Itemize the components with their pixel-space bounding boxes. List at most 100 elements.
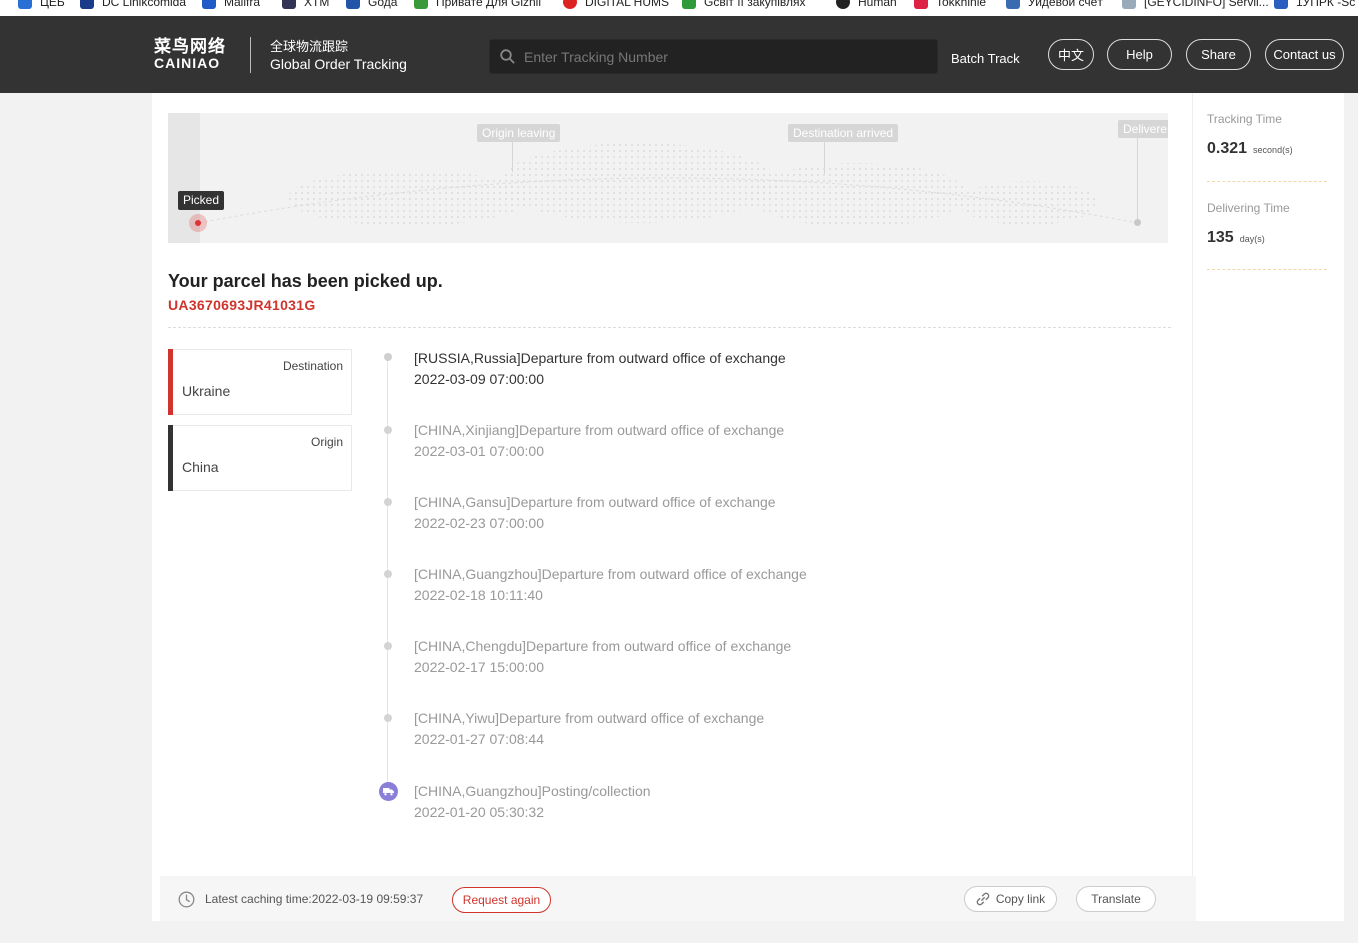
delivered-dot (1134, 219, 1141, 226)
event-description: [CHINA,Guangzhou]Departure from outward … (414, 566, 807, 582)
translate-button[interactable]: Translate (1076, 886, 1156, 912)
timeline-event: [CHINA,Gansu]Departure from outward offi… (414, 492, 776, 534)
timeline-dot (384, 498, 392, 506)
contact-us-button[interactable]: Contact us (1265, 39, 1344, 70)
delivering-time-label: Delivering Time (1207, 201, 1290, 215)
parcel-status-title: Your parcel has been picked up. (168, 271, 443, 291)
delivering-time-value: 135 day(s) (1207, 229, 1265, 246)
event-time: 2022-01-27 07:08:44 (414, 731, 544, 747)
destination-arrived-pin (824, 142, 825, 174)
bookmark-item[interactable]: DC Linikcomida (80, 0, 186, 10)
origin-leaving-label: Origin leaving (477, 124, 561, 142)
event-time: 2022-03-09 07:00:00 (414, 371, 544, 387)
bookmark-item[interactable]: DIGITAL HUMS (563, 0, 669, 10)
stats-divider (1207, 181, 1327, 182)
copy-link-button[interactable]: Copy link (964, 886, 1057, 912)
bookmark-icon (914, 0, 928, 9)
subtitle-en: Global Order Tracking (270, 56, 407, 72)
delivered-pin (1137, 138, 1138, 222)
logo-en-text: CAINIAO (154, 55, 221, 71)
bookmark-item[interactable]: Human (836, 0, 897, 10)
tracking-time-value: 0.321 second(s) (1207, 140, 1293, 157)
timeline-event: [CHINA,Guangzhou]Posting/collection 2022… (414, 781, 651, 823)
stats-panel (1192, 93, 1344, 921)
event-time: 2022-02-23 07:00:00 (414, 515, 544, 531)
event-description: [CHINA,Guangzhou]Posting/collection (414, 783, 651, 799)
bookmarks-bar: ЦЕБ DC Linikcomida Mailfra XTM Gода Прив… (0, 0, 1358, 16)
share-button[interactable]: Share (1186, 39, 1251, 70)
bookmark-icon (682, 0, 696, 9)
bookmark-icon (80, 0, 94, 9)
posting-origin-marker (379, 782, 398, 801)
card-accent-bar (168, 349, 173, 415)
timeline-dot (384, 714, 392, 722)
event-description: [CHINA,Yiwu]Departure from outward offic… (414, 710, 765, 726)
bookmark-icon (836, 0, 850, 9)
tracking-number-input[interactable] (524, 48, 924, 65)
tracking-search-box (489, 39, 938, 74)
latest-caching-time: Latest caching time:2022-03-19 09:59:37 (205, 892, 424, 906)
bookmark-item[interactable]: ЦЕБ (18, 0, 65, 10)
event-time: 2022-01-20 05:30:32 (414, 804, 544, 820)
current-location-marker (189, 214, 207, 232)
request-again-button[interactable]: Request again (452, 887, 551, 913)
bookmark-item[interactable]: Уйдевой счёт (1006, 0, 1103, 10)
link-icon (976, 892, 990, 906)
bookmark-icon (563, 0, 577, 9)
card-accent-bar (168, 425, 173, 491)
bookmark-item[interactable]: 1УПРК -Sc (1274, 0, 1355, 10)
picked-tag: Picked (178, 191, 225, 210)
event-description: [CHINA,Gansu]Departure from outward offi… (414, 494, 776, 510)
bookmark-icon (202, 0, 216, 9)
timeline-event: [RUSSIA,Russia]Departure from outward of… (414, 348, 786, 390)
batch-track-link[interactable]: Batch Track (951, 51, 1020, 66)
bookmark-icon (346, 0, 360, 9)
event-description: [CHINA,Chengdu]Departure from outward of… (414, 638, 792, 654)
card-role-label: Destination (282, 359, 343, 373)
subtitle-cn: 全球物流跟踪 (270, 39, 349, 54)
event-description: [CHINA,Xinjiang]Departure from outward o… (414, 422, 785, 438)
bookmark-icon (1006, 0, 1020, 9)
bookmark-item[interactable]: Mailfra (202, 0, 260, 10)
bookmark-item[interactable]: Привате Для Giznil (414, 0, 541, 10)
card-country: Ukraine (182, 383, 231, 399)
event-time: 2022-03-01 07:00:00 (414, 443, 544, 459)
tracking-time-unit: second(s) (1253, 145, 1293, 155)
delivering-time-unit: day(s) (1239, 234, 1265, 244)
clock-icon (178, 891, 195, 908)
stats-divider (1207, 269, 1327, 270)
card-role-label: Origin (310, 435, 343, 449)
timeline-event: [CHINA,Yiwu]Departure from outward offic… (414, 708, 764, 750)
destination-card: Destination Ukraine (168, 349, 352, 415)
timeline-dot (384, 353, 392, 361)
bookmark-icon (1274, 0, 1288, 9)
route-map: Origin leaving Destination arrived Deliv… (168, 113, 1168, 243)
logo-cn-text: 菜鸟网络 (154, 37, 226, 56)
timeline-dot (384, 642, 392, 650)
help-button[interactable]: Help (1107, 39, 1172, 70)
bookmark-item[interactable]: Tokkhinie (914, 0, 986, 10)
bookmark-icon (282, 0, 296, 9)
timeline-dot (384, 426, 392, 434)
timeline-event: [CHINA,Guangzhou]Departure from outward … (414, 564, 807, 606)
bookmark-item[interactable]: XTM (282, 0, 329, 10)
world-map-graphic (198, 143, 1139, 227)
search-icon[interactable] (500, 49, 515, 64)
event-description: [RUSSIA,Russia]Departure from outward of… (414, 350, 786, 366)
bookmark-item[interactable]: Gода (346, 0, 397, 10)
divider (168, 327, 1171, 328)
bookmark-item[interactable]: Gсвіт її закупівлях (682, 0, 806, 10)
logo-divider (250, 37, 251, 73)
copy-link-label: Copy link (995, 892, 1046, 906)
origin-card: Origin China (168, 425, 352, 491)
language-button[interactable]: 中文 (1048, 39, 1094, 70)
site-subtitle: 全球物流跟踪 Global Order Tracking (270, 39, 407, 73)
site-header: 菜鸟网络 CAINIAO 全球物流跟踪 Global Order Trackin… (0, 16, 1358, 93)
card-country: China (182, 459, 219, 475)
tracking-time-label: Tracking Time (1207, 112, 1282, 126)
destination-arrived-label: Destination arrived (788, 124, 899, 142)
event-time: 2022-02-17 15:00:00 (414, 659, 544, 675)
timeline-event: [CHINA,Xinjiang]Departure from outward o… (414, 420, 784, 462)
cainiao-logo[interactable]: 菜鸟网络 CAINIAO (154, 37, 226, 71)
bookmark-item[interactable]: [GEYCIDINFO] Servil... (1122, 0, 1269, 10)
